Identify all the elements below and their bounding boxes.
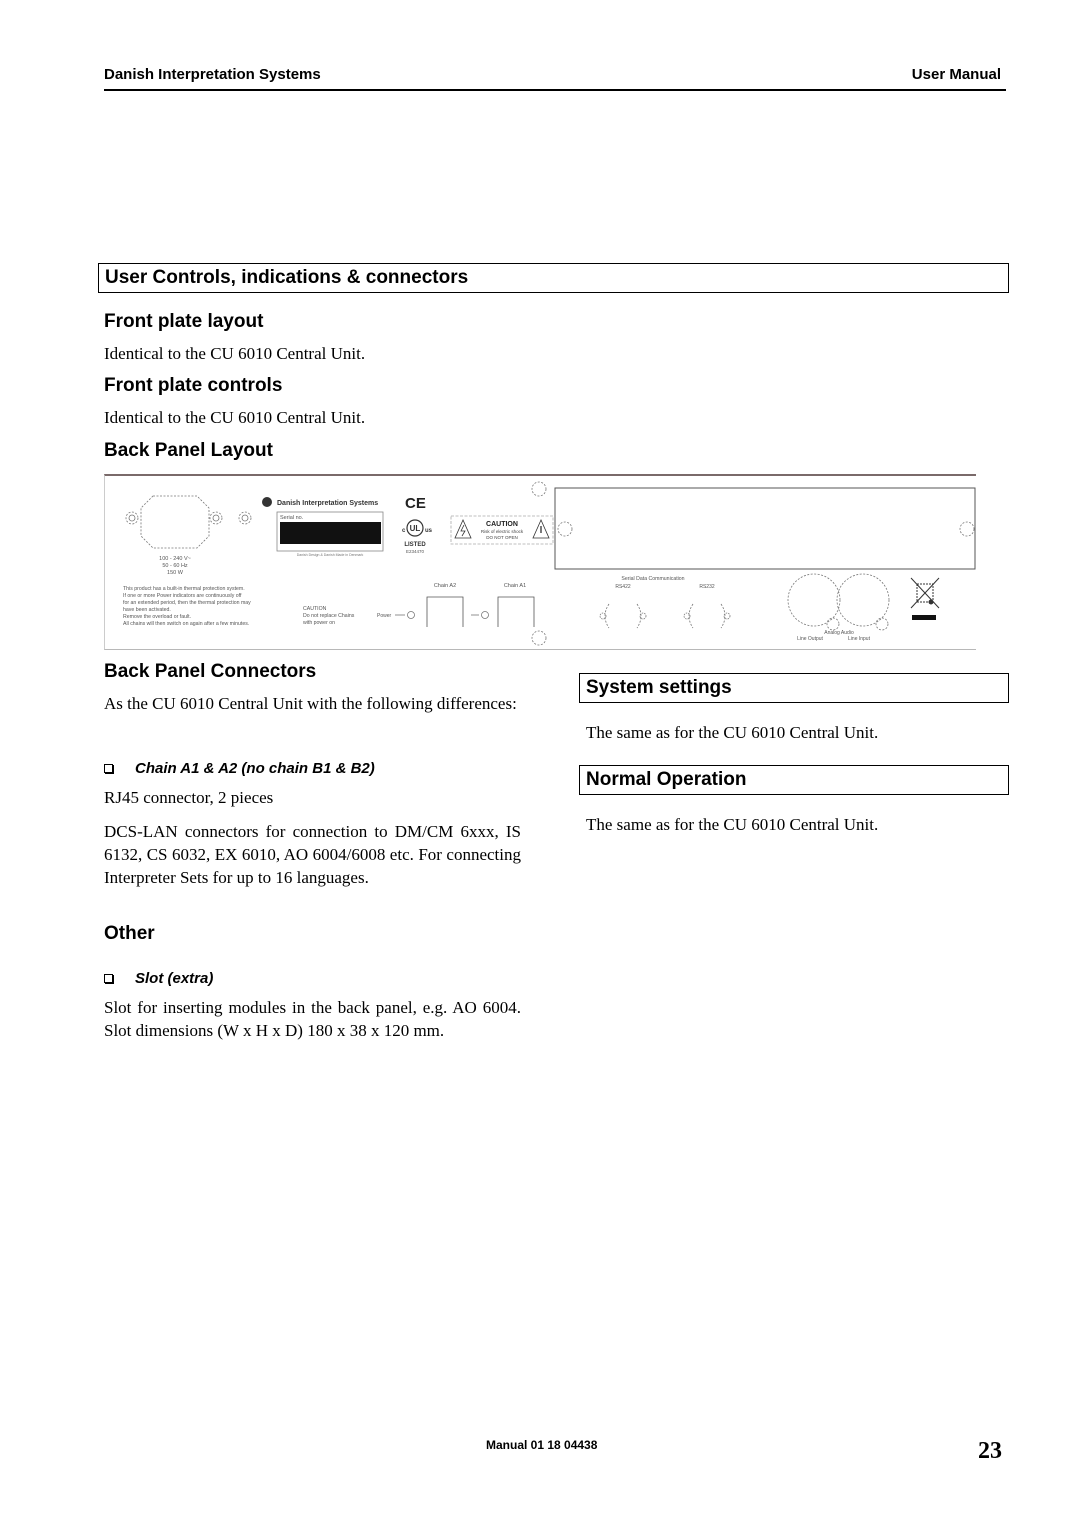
serial-data-label: Serial Data Communication	[621, 576, 684, 582]
power-led	[407, 611, 415, 619]
chain-caution-line: with power on	[303, 620, 335, 626]
rs422-connector	[604, 603, 642, 629]
rs422-label: RS422	[615, 584, 631, 590]
panel-brand: Danish Interpretation Systems	[277, 500, 378, 507]
serial-field	[280, 522, 381, 544]
text-slot: Slot for inserting modules in the back p…	[104, 998, 521, 1040]
chain-a1-label: Chain A1	[504, 583, 526, 589]
heading-normal-operation: Normal Operation	[579, 765, 1009, 795]
screw-hole	[128, 514, 136, 522]
bullet-slot-label: Slot (extra)	[135, 970, 214, 987]
text-rj45: RJ45 connector, 2 pieces	[104, 788, 274, 807]
heading-front-plate-layout: Front plate layout	[104, 311, 264, 332]
text-dcs-lan: DCS-LAN connectors for connection to DM/…	[104, 822, 521, 887]
ul-listed: LISTED	[404, 542, 426, 548]
caution-title: CAUTION	[486, 521, 518, 528]
serial-caption: Danish Design & Danish Made in Denmark	[297, 553, 364, 557]
caution-line2: DO NOT OPEN	[486, 535, 517, 540]
back-panel-figure: 100 - 240 V~ 50 - 60 Hz 150 W This produ…	[104, 474, 976, 650]
dis-logo-icon	[262, 497, 272, 507]
bullet-slot: Slot (extra)	[104, 970, 213, 987]
text-system-settings: The same as for the CU 6010 Central Unit…	[586, 723, 879, 742]
text-front-plate-controls: Identical to the CU 6010 Central Unit.	[104, 408, 366, 427]
line-input-label: Line Input	[848, 636, 871, 642]
chain-caution-line: CAUTION	[303, 606, 327, 612]
screw-hole	[209, 511, 223, 525]
screw-hole	[238, 511, 252, 525]
screw-hole	[531, 630, 547, 646]
ul-left: c	[402, 528, 406, 534]
screw-hole	[125, 511, 139, 525]
power-rating-line: 150 W	[167, 570, 184, 576]
text-normal-operation: The same as for the CU 6010 Central Unit…	[586, 815, 879, 834]
thermal-notice-line: for an extended period, then the thermal…	[123, 600, 251, 606]
bullet-chain-label: Chain A1 & A2 (no chain B1 & B2)	[135, 760, 375, 777]
screw-hole	[212, 514, 220, 522]
page-number: 23	[978, 1438, 1002, 1464]
section-title: User Controls, indications & connectors	[98, 263, 1009, 293]
thermal-notice-line: All chains will then switch on again aft…	[123, 621, 249, 627]
weee-bin-icon	[910, 577, 940, 609]
screw-hole	[241, 514, 249, 522]
thermal-notice-line: If one or more Power indicators are cont…	[123, 593, 242, 599]
heading-back-panel-connectors: Back Panel Connectors	[104, 661, 317, 682]
footer-doc-number: Manual 01 18 04438	[486, 1438, 598, 1452]
thermal-notice-line: Remove the overload or fault.	[123, 614, 191, 620]
header-doc-type: User Manual	[911, 66, 1001, 83]
ul-right: us	[425, 528, 433, 534]
heading-system-settings: System settings	[579, 673, 1009, 703]
checkbox-bullet-icon	[104, 764, 113, 773]
checkbox-bullet-icon	[104, 974, 113, 983]
ul-number: E234470	[406, 549, 425, 554]
power-label: Power	[377, 613, 392, 619]
heading-front-plate-controls: Front plate controls	[104, 375, 283, 396]
heading-other: Other	[104, 923, 155, 944]
ul-text: UL	[410, 524, 421, 533]
thermal-notice-line: This product has a built-in thermal prot…	[123, 586, 245, 592]
thermal-notice-line: have been activated.	[123, 607, 171, 613]
electric-hazard-icon	[454, 519, 472, 539]
text-front-plate-layout: Identical to the CU 6010 Central Unit.	[104, 344, 366, 363]
chain-a2-connector	[426, 596, 464, 627]
module-slot	[554, 487, 976, 570]
header-rule	[104, 89, 1006, 91]
weee-bar	[912, 615, 936, 620]
mains-inlet	[140, 495, 210, 549]
caution-line1: Risk of electric shock	[481, 529, 524, 534]
chain-caution-line: Do not replace Chains	[303, 613, 355, 619]
header-company: Danish Interpretation Systems	[104, 66, 321, 83]
text-back-panel-intro: As the CU 6010 Central Unit with the fol…	[104, 694, 517, 713]
rs232-label: RS232	[699, 584, 715, 590]
serial-label: Serial no.	[280, 515, 304, 521]
chain-led	[481, 611, 489, 619]
power-rating-line: 100 - 240 V~	[159, 556, 191, 562]
line-output-connector	[787, 573, 841, 627]
heading-back-panel-layout: Back Panel Layout	[104, 440, 273, 461]
rs232-connector	[688, 603, 726, 629]
chain-a2-label: Chain A2	[434, 583, 456, 589]
power-rating-line: 50 - 60 Hz	[162, 563, 188, 569]
ce-mark-icon: CE	[405, 495, 426, 512]
line-input-connector	[836, 573, 890, 627]
back-panel-drawing: 100 - 240 V~ 50 - 60 Hz 150 W This produ…	[123, 481, 976, 646]
chain-a1-connector	[497, 596, 535, 627]
screw-hole	[531, 481, 547, 497]
screw-hole	[557, 521, 573, 537]
bullet-chain: Chain A1 & A2 (no chain B1 & B2)	[104, 760, 375, 777]
line-output-label: Line Output	[797, 636, 823, 642]
screw-hole	[959, 521, 975, 537]
